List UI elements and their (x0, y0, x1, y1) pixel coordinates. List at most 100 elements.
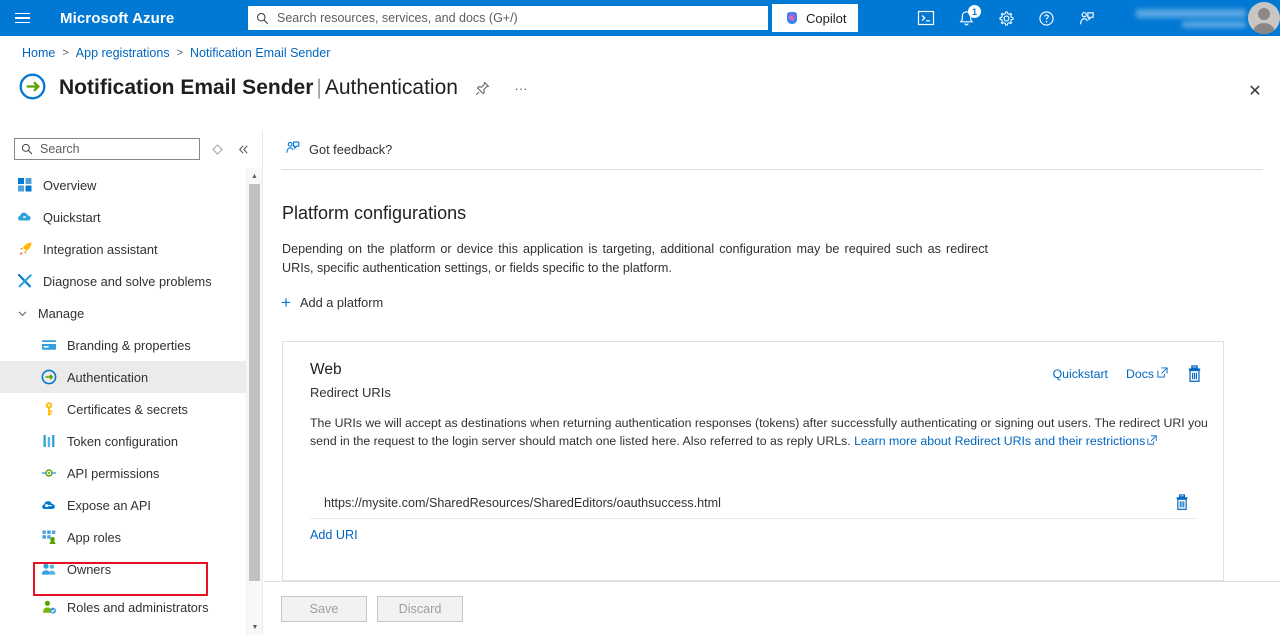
sidebar-item-label: Overview (43, 177, 97, 193)
page-title-sub: Authentication (324, 76, 458, 99)
discard-button[interactable]: Discard (377, 595, 463, 622)
roles-admin-person-icon (40, 599, 57, 616)
account-info-redacted[interactable] (1128, 0, 1246, 36)
help-question-icon[interactable] (1026, 0, 1066, 36)
footer-action-bar: Save Discard (264, 581, 1280, 635)
sidebar-group-label: Manage (38, 305, 85, 321)
wrench-cross-icon (16, 273, 33, 290)
sidebar-item-diagnose-and-solve-problems[interactable]: Diagnose and solve problems (0, 265, 248, 297)
page-title: Notification Email Sender | Authentication (59, 76, 458, 100)
global-search-box[interactable] (248, 6, 768, 30)
account-name-blurred (1136, 8, 1246, 18)
breadcrumb-separator: > (62, 47, 69, 59)
sidebar-search-box[interactable] (14, 138, 200, 160)
quickstart-cloud-icon (16, 209, 33, 226)
app-roles-icon (40, 529, 57, 546)
external-link-icon (1157, 367, 1168, 381)
breadcrumb-item-home[interactable]: Home (22, 46, 55, 60)
sidebar-item-label: Branding & properties (67, 337, 191, 353)
sidebar-item-label: Expose an API (67, 497, 151, 513)
sidebar-scrollbar[interactable]: ▲ ▼ (246, 168, 262, 635)
scroll-up-arrow-icon[interactable]: ▲ (247, 168, 262, 184)
copilot-label: Copilot (806, 10, 847, 26)
copilot-button[interactable]: Copilot (772, 4, 859, 32)
external-link-icon (1145, 434, 1157, 448)
chevron-down-icon (16, 308, 28, 319)
sidebar-item-label: Token configuration (67, 433, 178, 449)
save-button[interactable]: Save (281, 595, 367, 622)
azure-brand-title[interactable]: Microsoft Azure (60, 10, 174, 27)
sidebar-item-overview[interactable]: Overview (0, 169, 248, 201)
sidebar-item-authentication[interactable]: Authentication (0, 361, 248, 393)
sidebar-item-api-permissions[interactable]: API permissions (0, 457, 248, 489)
notifications-bell-icon[interactable]: 1 (946, 0, 986, 36)
scrollbar-thumb[interactable] (249, 184, 260, 581)
copilot-icon (787, 12, 797, 24)
sidebar-group-manage[interactable]: Manage (0, 297, 263, 329)
quickstart-link[interactable]: Quickstart (1053, 367, 1108, 381)
notification-count-badge: 1 (968, 5, 981, 18)
command-bar: Got feedback? (264, 130, 1280, 168)
add-a-platform-label: Add a platform (299, 295, 384, 310)
top-navigation-bar: Microsoft Azure Copilot 1 (0, 0, 1280, 36)
authentication-arrow-icon (40, 369, 57, 386)
global-search-input[interactable] (275, 10, 760, 26)
scroll-down-arrow-icon[interactable]: ▼ (247, 619, 263, 635)
page-header: Notification Email Sender | Authentication… (18, 72, 534, 104)
grid-overview-icon (16, 177, 33, 194)
breadcrumb-item-app-registrations[interactable]: App registrations (76, 46, 170, 60)
sidebar-item-label: Certificates & secrets (67, 401, 188, 417)
sidebar-item-token-configuration[interactable]: Token configuration (0, 425, 248, 457)
rocket-icon (16, 241, 33, 258)
redirect-uri-input[interactable] (310, 494, 1140, 511)
main-content-area: Platform configurations Depending on the… (264, 170, 1280, 581)
pin-icon[interactable] (470, 75, 496, 101)
double-chevron-left-icon[interactable] (234, 140, 252, 158)
sidebar-item-label: API permissions (67, 465, 160, 481)
add-a-platform-button[interactable]: + Add a platform (281, 294, 383, 311)
sidebar-item-label: Authentication (67, 369, 149, 385)
sidebar-item-list: Overview Quickstart Integration assistan… (0, 169, 263, 635)
web-platform-card: Web Redirect URIs Quickstart Docs The UR… (282, 341, 1224, 581)
sidebar-item-certificates-and-secrets[interactable]: Certificates & secrets (0, 393, 248, 425)
docs-link[interactable]: Docs (1126, 367, 1168, 381)
sidebar-item-label: Diagnose and solve problems (43, 273, 212, 289)
sidebar-item-expose-an-api[interactable]: Expose an API (0, 489, 248, 521)
redirect-uris-description: The URIs we will accept as destinations … (310, 414, 1216, 450)
sidebar-item-label: Quickstart (43, 209, 101, 225)
more-options-icon[interactable]: ··· (508, 75, 534, 101)
sidebar-item-app-roles[interactable]: App roles (0, 521, 248, 553)
sidebar-item-roles-and-administrators[interactable]: Roles and administrators (0, 585, 248, 629)
sidebar-item-label: Integration assistant (43, 241, 158, 257)
avatar[interactable] (1248, 2, 1280, 34)
sidebar-item-branding-and-properties[interactable]: Branding & properties (0, 329, 248, 361)
sidebar-item-label: App roles (67, 529, 122, 545)
sidebar-item-integration-assistant[interactable]: Integration assistant (0, 233, 248, 265)
sidebar-search-input[interactable] (38, 141, 193, 157)
delete-platform-trash-icon[interactable] (1186, 365, 1203, 383)
sidebar-item-quickstart[interactable]: Quickstart (0, 201, 248, 233)
sidebar-item-label: Roles and administrators (67, 599, 209, 615)
sidebar-item-owners[interactable]: Owners (0, 553, 248, 585)
got-feedback-button[interactable]: Got feedback? (284, 139, 392, 159)
left-navigation-panel: Overview Quickstart Integration assistan… (0, 130, 263, 635)
key-icon (40, 401, 57, 418)
search-icon (256, 12, 269, 25)
token-bars-icon (40, 433, 57, 450)
platform-configurations-heading: Platform configurations (282, 203, 467, 223)
feedback-person-icon[interactable] (1066, 0, 1106, 36)
hamburger-menu-icon[interactable] (0, 0, 44, 36)
diamond-refresh-icon[interactable] (208, 140, 226, 158)
add-uri-button[interactable]: Add URI (310, 528, 358, 542)
learn-more-redirect-uris-link[interactable]: Learn more about Redirect URIs and their… (854, 434, 1145, 448)
got-feedback-label: Got feedback? (309, 141, 393, 157)
platform-card-actions: Quickstart Docs (1053, 365, 1203, 383)
breadcrumb-item-notification-email-sender[interactable]: Notification Email Sender (190, 46, 330, 60)
settings-gear-icon[interactable] (986, 0, 1026, 36)
cloud-shell-icon[interactable] (906, 0, 946, 36)
close-icon[interactable]: ✕ (1240, 76, 1270, 106)
breadcrumb: Home > App registrations > Notification … (22, 46, 330, 60)
delete-redirect-uri-trash-icon[interactable] (1174, 494, 1190, 511)
sidebar-search-row (0, 130, 262, 169)
plus-icon: + (281, 293, 291, 312)
